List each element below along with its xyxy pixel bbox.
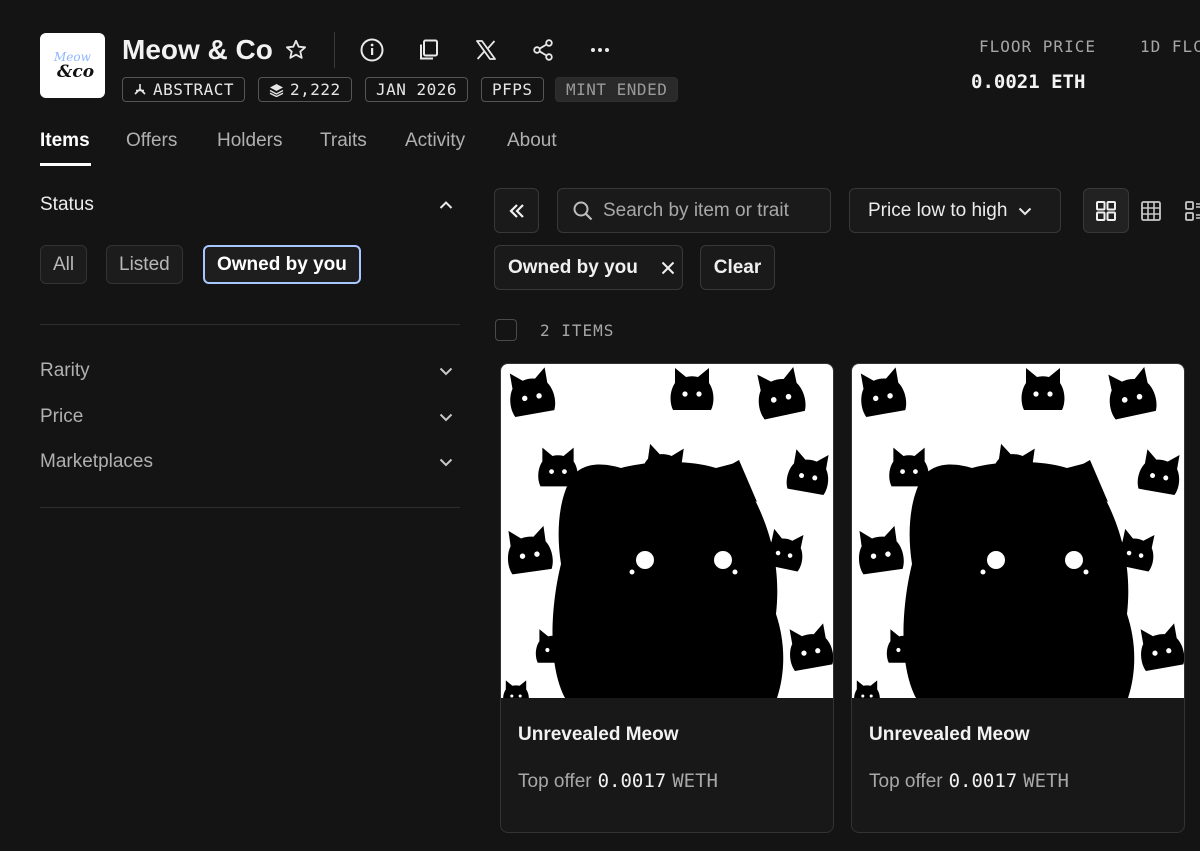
category-chip-label: PFPS bbox=[492, 80, 533, 99]
select-all-checkbox[interactable] bbox=[495, 319, 517, 341]
rarity-section-title[interactable]: Rarity bbox=[40, 360, 90, 382]
collection-logo: Meow &co bbox=[40, 33, 105, 98]
floor-price-value: 0.0021 ETH bbox=[971, 71, 1086, 93]
info-icon[interactable] bbox=[358, 36, 386, 64]
chain-chip[interactable]: ABSTRACT bbox=[122, 77, 246, 102]
tab-activity[interactable]: Activity bbox=[405, 130, 465, 152]
tab-offers[interactable]: Offers bbox=[126, 130, 177, 152]
item-card[interactable]: Unrevealed Meow Top offer 0.0017 WETH bbox=[851, 363, 1185, 833]
active-tab-indicator bbox=[40, 163, 91, 166]
item-top-offer: Top offer 0.0017 WETH bbox=[518, 770, 718, 793]
sort-dropdown[interactable]: Price low to high bbox=[849, 188, 1061, 233]
item-card[interactable]: Unrevealed Meow Top offer 0.0017 WETH bbox=[500, 363, 834, 833]
layers-icon bbox=[269, 83, 284, 97]
search-input[interactable]: Search by item or trait bbox=[557, 188, 831, 233]
sidebar-divider-bottom bbox=[40, 507, 460, 508]
applied-filter-chip[interactable]: Owned by you bbox=[494, 245, 683, 290]
item-top-offer: Top offer 0.0017 WETH bbox=[869, 770, 1069, 793]
item-image bbox=[852, 364, 1185, 698]
logo-text-bottom: &co bbox=[57, 62, 94, 82]
supply-chip[interactable]: 2,222 bbox=[258, 77, 352, 102]
search-placeholder: Search by item or trait bbox=[603, 199, 789, 221]
chain-chip-label: ABSTRACT bbox=[153, 80, 235, 99]
tab-traits[interactable]: Traits bbox=[320, 130, 367, 152]
tab-holders[interactable]: Holders bbox=[217, 130, 282, 152]
price-section-title[interactable]: Price bbox=[40, 406, 83, 428]
category-chip[interactable]: PFPS bbox=[481, 77, 544, 102]
grid-small-view-icon[interactable] bbox=[1139, 199, 1163, 223]
star-icon[interactable] bbox=[282, 36, 310, 64]
one-day-floor-label: 1D FLC bbox=[1140, 37, 1200, 56]
more-icon[interactable] bbox=[586, 36, 614, 64]
top-offer-currency: WETH bbox=[672, 770, 718, 792]
supply-chip-label: 2,222 bbox=[290, 80, 341, 99]
copy-icon[interactable] bbox=[415, 36, 443, 64]
sidebar-divider-top bbox=[40, 324, 460, 325]
share-icon[interactable] bbox=[529, 36, 557, 64]
status-filter-all[interactable]: All bbox=[40, 245, 88, 284]
grid-large-view-button[interactable] bbox=[1083, 188, 1129, 233]
x-social-icon[interactable] bbox=[472, 36, 500, 64]
top-offer-label: Top offer bbox=[518, 771, 592, 792]
header-divider bbox=[334, 32, 335, 68]
tab-about[interactable]: About bbox=[507, 130, 557, 152]
list-view-icon[interactable] bbox=[1184, 199, 1200, 223]
marketplaces-section-title[interactable]: Marketplaces bbox=[40, 451, 153, 473]
top-offer-currency: WETH bbox=[1023, 770, 1069, 792]
chevron-up-icon[interactable] bbox=[436, 195, 456, 215]
date-chip[interactable]: JAN 2026 bbox=[365, 77, 469, 102]
search-icon bbox=[573, 201, 593, 220]
close-icon[interactable] bbox=[660, 260, 676, 276]
applied-filter-label: Owned by you bbox=[508, 256, 638, 278]
collection-title: Meow & Co bbox=[122, 34, 273, 65]
item-name: Unrevealed Meow bbox=[518, 724, 679, 745]
floor-price-label: FLOOR PRICE bbox=[979, 37, 1096, 56]
clear-filters-button[interactable]: Clear bbox=[700, 245, 775, 290]
double-chevron-left-icon bbox=[508, 203, 524, 218]
status-filter-listed[interactable]: Listed bbox=[106, 245, 183, 284]
chevron-down-icon[interactable] bbox=[436, 407, 456, 427]
chevron-down-icon[interactable] bbox=[436, 361, 456, 381]
top-offer-price: 0.0017 bbox=[597, 770, 667, 792]
status-filter-owned[interactable]: Owned by you bbox=[203, 245, 361, 284]
chevron-down-icon bbox=[1019, 207, 1032, 215]
top-offer-label: Top offer bbox=[869, 771, 943, 792]
chevron-down-icon[interactable] bbox=[436, 452, 456, 472]
status-section-title[interactable]: Status bbox=[40, 194, 94, 216]
sort-label: Price low to high bbox=[868, 199, 1008, 221]
item-count: 2 ITEMS bbox=[540, 321, 615, 340]
collapse-sidebar-button[interactable] bbox=[494, 188, 539, 233]
item-name: Unrevealed Meow bbox=[869, 724, 1030, 745]
abstract-chain-icon bbox=[134, 83, 146, 95]
item-image bbox=[501, 364, 834, 698]
mint-status-chip: MINT ENDED bbox=[555, 77, 679, 102]
grid-2x2-icon bbox=[1096, 200, 1116, 221]
date-chip-label: JAN 2026 bbox=[376, 80, 458, 99]
top-offer-price: 0.0017 bbox=[948, 770, 1018, 792]
tab-items[interactable]: Items bbox=[40, 130, 90, 152]
mint-status-label: MINT ENDED bbox=[566, 80, 668, 99]
